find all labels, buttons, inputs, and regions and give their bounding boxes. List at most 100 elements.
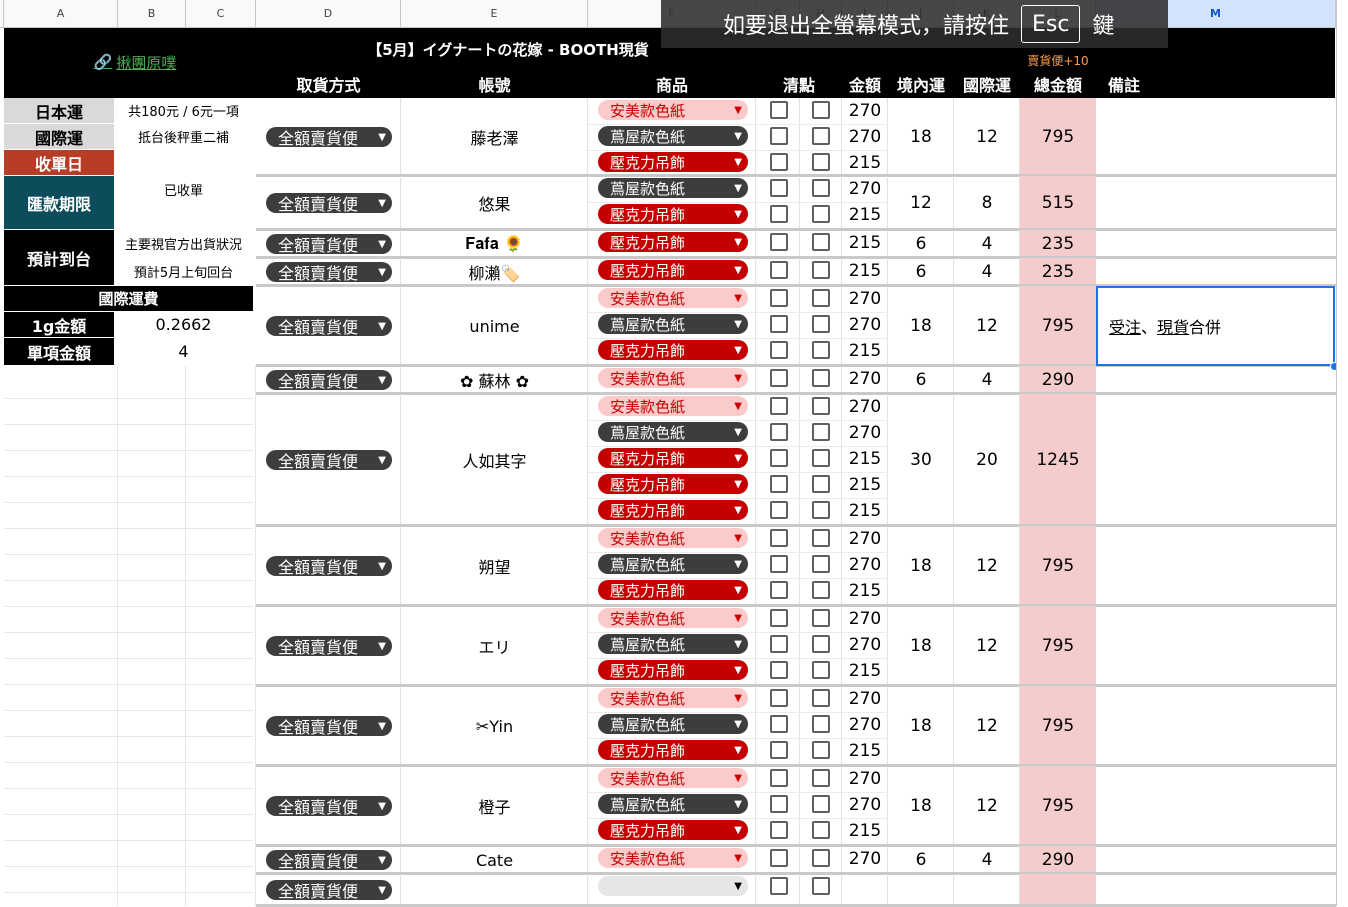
check-box-2[interactable] [812,635,830,653]
column-header-d[interactable]: D [256,0,401,28]
check-box-1[interactable] [770,289,788,307]
check-box-2[interactable] [812,769,830,787]
check-box-1[interactable] [770,233,788,251]
check-box-1[interactable] [770,501,788,519]
pickup-dropdown[interactable]: 全額賣貨便 ▼ [266,316,392,337]
pickup-dropdown[interactable]: 全額賣貨便 ▼ [266,636,392,657]
check-box-1[interactable] [770,609,788,627]
note-cell[interactable] [1109,848,1309,872]
product-dropdown[interactable]: 安美款色紙 ▼ [598,688,748,708]
check-box-1[interactable] [770,795,788,813]
check-box-2[interactable] [812,289,830,307]
product-dropdown[interactable]: 安美款色紙 ▼ [598,528,748,548]
pickup-dropdown[interactable]: 全額賣貨便 ▼ [266,262,392,283]
check-box-2[interactable] [812,397,830,415]
product-dropdown[interactable]: 壓克力吊飾 ▼ [598,448,748,468]
note-cell[interactable] [1109,714,1309,738]
check-box-1[interactable] [770,769,788,787]
check-box-1[interactable] [770,341,788,359]
column-header-e[interactable]: E [401,0,588,28]
product-dropdown[interactable]: 安美款色紙 ▼ [598,848,748,868]
product-dropdown[interactable]: 蔦屋款色紙 ▼ [598,126,748,146]
check-box-1[interactable] [770,101,788,119]
product-dropdown[interactable]: 蔦屋款色紙 ▼ [598,634,748,654]
pickup-dropdown[interactable]: 全額賣貨便 ▼ [266,880,392,901]
link-text[interactable]: 揪團原噗 [116,52,176,73]
check-box-2[interactable] [812,369,830,387]
product-dropdown[interactable]: 壓克力吊飾 ▼ [598,232,748,252]
check-box-2[interactable] [812,661,830,679]
note-cell[interactable] [1109,554,1309,578]
product-dropdown[interactable]: ▼ [598,876,748,896]
check-box-2[interactable] [812,877,830,895]
note-cell[interactable] [1109,794,1309,818]
check-box-1[interactable] [770,529,788,547]
pickup-dropdown[interactable]: 全額賣貨便 ▼ [266,796,392,817]
product-dropdown[interactable]: 蔦屋款色紙 ▼ [598,422,748,442]
check-box-2[interactable] [812,849,830,867]
check-box-2[interactable] [812,449,830,467]
note-cell[interactable] [1109,878,1309,902]
check-box-1[interactable] [770,423,788,441]
check-box-2[interactable] [812,501,830,519]
product-dropdown[interactable]: 壓克力吊飾 ▼ [598,474,748,494]
product-dropdown[interactable]: 蔦屋款色紙 ▼ [598,794,748,814]
column-header-a[interactable]: A [4,0,118,28]
check-box-2[interactable] [812,475,830,493]
product-dropdown[interactable]: 壓克力吊飾 ▼ [598,204,748,224]
selected-cell[interactable] [1096,286,1335,366]
note-cell[interactable] [1109,260,1309,284]
product-dropdown[interactable]: 蔦屋款色紙 ▼ [598,314,748,334]
note-cell[interactable] [1109,125,1309,149]
check-box-2[interactable] [812,795,830,813]
product-dropdown[interactable]: 安美款色紙 ▼ [598,768,748,788]
check-box-2[interactable] [812,423,830,441]
pickup-dropdown[interactable]: 全額賣貨便 ▼ [266,556,392,577]
pickup-dropdown[interactable]: 全額賣貨便 ▼ [266,450,392,471]
check-box-2[interactable] [812,205,830,223]
check-box-2[interactable] [812,261,830,279]
check-box-1[interactable] [770,261,788,279]
check-box-1[interactable] [770,475,788,493]
check-box-1[interactable] [770,153,788,171]
pickup-dropdown[interactable]: 全額賣貨便 ▼ [266,850,392,871]
check-box-2[interactable] [812,127,830,145]
product-dropdown[interactable]: 壓克力吊飾 ▼ [598,152,748,172]
check-box-2[interactable] [812,821,830,839]
pickup-dropdown[interactable]: 全額賣貨便 ▼ [266,716,392,737]
product-dropdown[interactable]: 蔦屋款色紙 ▼ [598,714,748,734]
check-box-1[interactable] [770,179,788,197]
note-cell[interactable] [1109,448,1309,472]
check-box-2[interactable] [812,529,830,547]
note-cell[interactable] [1109,368,1309,392]
check-box-2[interactable] [812,101,830,119]
pickup-dropdown[interactable]: 全額賣貨便 ▼ [266,193,392,214]
check-box-1[interactable] [770,821,788,839]
product-dropdown[interactable]: 蔦屋款色紙 ▼ [598,178,748,198]
check-box-1[interactable] [770,581,788,599]
product-dropdown[interactable]: 壓克力吊飾 ▼ [598,660,748,680]
check-box-1[interactable] [770,449,788,467]
check-box-2[interactable] [812,179,830,197]
note-cell[interactable] [1109,634,1309,658]
column-header-b[interactable]: B [118,0,186,28]
group-link[interactable]: 🔗 揪團原噗 [70,50,200,74]
note-cell[interactable] [1109,232,1309,256]
check-box-1[interactable] [770,877,788,895]
pickup-dropdown[interactable]: 全額賣貨便 ▼ [266,370,392,391]
check-box-1[interactable] [770,369,788,387]
check-box-2[interactable] [812,341,830,359]
check-box-1[interactable] [770,205,788,223]
check-box-2[interactable] [812,741,830,759]
check-box-2[interactable] [812,581,830,599]
check-box-2[interactable] [812,555,830,573]
product-dropdown[interactable]: 壓克力吊飾 ▼ [598,580,748,600]
check-box-2[interactable] [812,315,830,333]
pickup-dropdown[interactable]: 全額賣貨便 ▼ [266,127,392,148]
check-box-1[interactable] [770,555,788,573]
check-box-1[interactable] [770,661,788,679]
check-box-2[interactable] [812,233,830,251]
check-box-1[interactable] [770,635,788,653]
check-box-1[interactable] [770,715,788,733]
product-dropdown[interactable]: 壓克力吊飾 ▼ [598,340,748,360]
